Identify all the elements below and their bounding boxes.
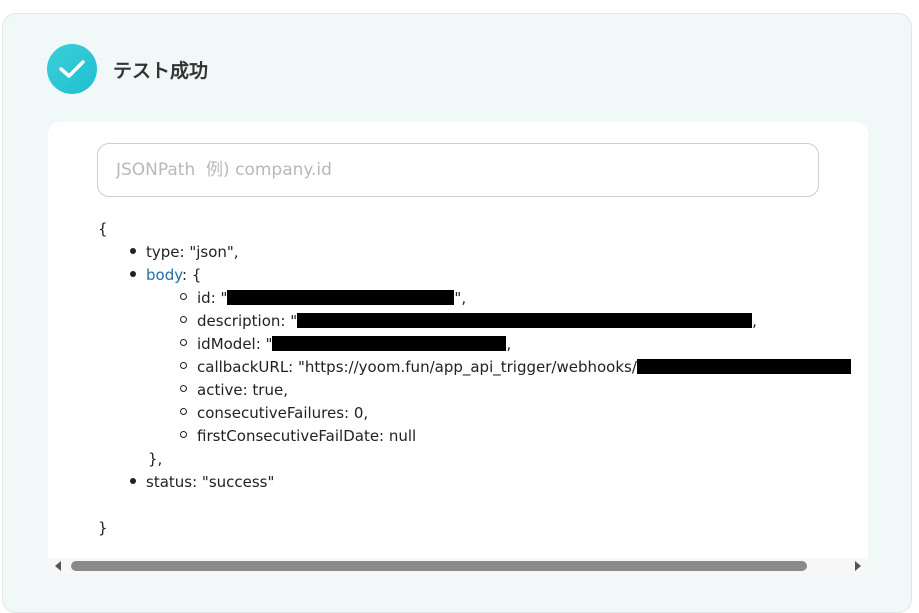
- json-firstconsecutivefaildate-text: firstConsecutiveFailDate: null: [197, 427, 417, 445]
- json-panel: { type: "json", body: { id: " ", descript…: [48, 122, 868, 574]
- json-idmodel-suffix: ,: [506, 335, 512, 353]
- json-id-item: id: " ",: [98, 287, 851, 310]
- json-type-text: type: "json",: [146, 243, 239, 261]
- circle-bullet-icon: [180, 339, 187, 346]
- circle-bullet-icon: [180, 293, 187, 300]
- json-firstconsecutivefaildate-item: firstConsecutiveFailDate: null: [98, 425, 851, 448]
- json-body-close: },: [148, 450, 163, 468]
- json-body-key[interactable]: body: [146, 266, 182, 284]
- json-body-item: body: {: [98, 264, 851, 287]
- json-callbackurl-item: callbackURL: "https://yoom.fun/app_api_t…: [98, 356, 851, 379]
- scroll-left-arrow-icon[interactable]: [55, 561, 61, 571]
- json-status-text: status: "success": [146, 473, 275, 491]
- json-consecutivefailures-text: consecutiveFailures: 0,: [197, 404, 369, 422]
- scroll-right-arrow-icon[interactable]: [855, 561, 861, 571]
- redacted-value: [636, 359, 851, 374]
- check-circle-icon: [47, 44, 97, 94]
- circle-bullet-icon: [180, 316, 187, 323]
- json-consecutivefailures-item: consecutiveFailures: 0,: [98, 402, 851, 425]
- json-description-suffix: ,: [752, 312, 757, 330]
- result-card: テスト成功 { type: "json", body: { id: " ", de…: [2, 13, 912, 613]
- status-title: テスト成功: [113, 59, 209, 82]
- circle-bullet-icon: [180, 362, 187, 369]
- horizontal-scrollbar[interactable]: [48, 558, 868, 574]
- json-active-item: active: true,: [98, 379, 851, 402]
- json-callbackurl-text: callbackURL: "https://yoom.fun/app_api_t…: [197, 358, 637, 376]
- redacted-value: [227, 290, 455, 305]
- json-status-item: status: "success": [98, 471, 851, 494]
- scrollbar-thumb[interactable]: [71, 561, 807, 571]
- json-description-item: description: ",: [98, 310, 851, 333]
- json-type-item: type: "json",: [98, 241, 851, 264]
- bullet-icon: [130, 247, 136, 254]
- json-body-open: : {: [182, 266, 202, 284]
- json-spacer: [98, 494, 851, 517]
- bullet-icon: [130, 477, 136, 484]
- json-open-brace: {: [98, 220, 108, 238]
- json-active-text: active: true,: [197, 381, 288, 399]
- json-id-prefix: id: ": [197, 289, 228, 307]
- jsonpath-search-box[interactable]: [97, 143, 819, 197]
- circle-bullet-icon: [180, 431, 187, 438]
- json-id-suffix: ",: [454, 289, 467, 307]
- json-close-brace: }: [98, 519, 108, 537]
- redacted-value: [272, 336, 507, 351]
- circle-bullet-icon: [180, 385, 187, 392]
- redacted-value: [297, 313, 753, 328]
- circle-bullet-icon: [180, 408, 187, 415]
- json-description-prefix: description: ": [197, 312, 298, 330]
- jsonpath-input[interactable]: [98, 144, 818, 196]
- bullet-icon: [130, 270, 136, 277]
- json-tree: { type: "json", body: { id: " ", descript…: [98, 218, 851, 540]
- json-idmodel-prefix: idModel: ": [197, 335, 273, 353]
- status-header: テスト成功: [47, 44, 208, 94]
- json-idmodel-item: idModel: ",: [98, 333, 851, 356]
